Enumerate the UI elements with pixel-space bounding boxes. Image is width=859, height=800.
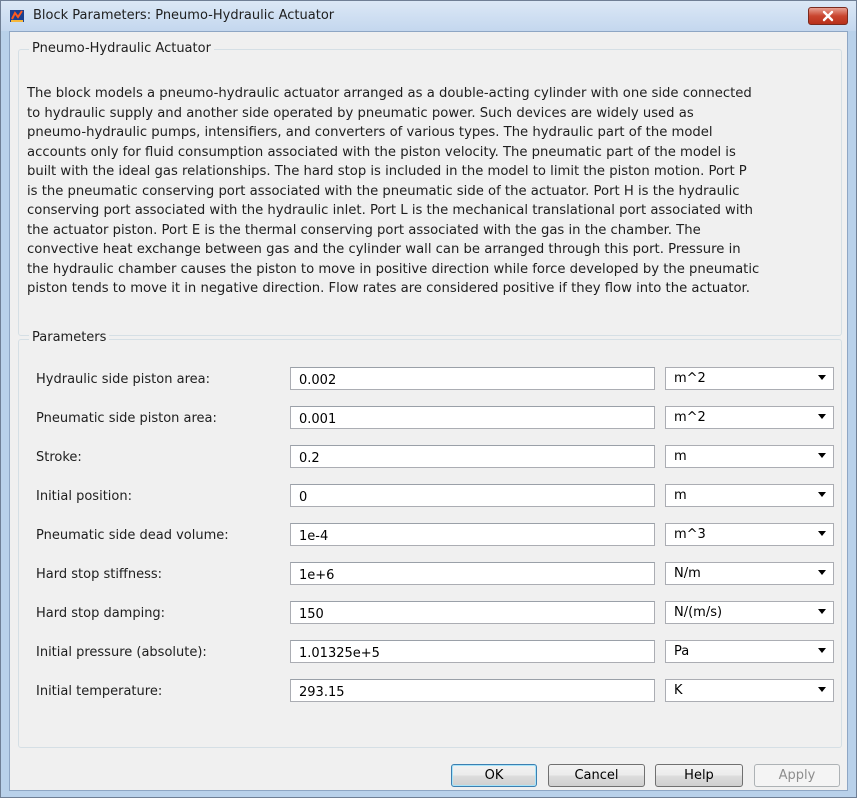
apply-button[interactable]: Apply — [754, 764, 840, 787]
help-button[interactable]: Help — [655, 764, 743, 787]
description-line: The block models a pneumo-hydraulic actu… — [27, 86, 752, 101]
unit-value: m — [674, 449, 687, 464]
dialog-client-area: Pneumo-Hydraulic Actuator The block mode… — [9, 31, 848, 791]
dialog-window: Block Parameters: Pneumo-Hydraulic Actua… — [0, 0, 857, 798]
description-line: the hydraulic chamber causes the piston … — [27, 261, 760, 277]
close-x-icon — [822, 10, 834, 22]
initial-pressure-unit-dropdown[interactable]: Pa — [665, 640, 834, 663]
chevron-down-icon — [818, 648, 826, 653]
stroke-unit-dropdown[interactable]: m — [665, 445, 834, 468]
unit-value: m^2 — [674, 410, 706, 425]
initial-temperature-input[interactable] — [290, 679, 655, 702]
param-label: Hard stop damping: — [36, 606, 166, 621]
unit-value: K — [674, 683, 683, 698]
param-label: Pneumatic side piston area: — [36, 411, 217, 426]
chevron-down-icon — [818, 687, 826, 692]
initial-pressure-input[interactable] — [290, 640, 655, 663]
unit-value: N/(m/s) — [674, 605, 723, 620]
unit-value: m^2 — [674, 371, 706, 386]
hydraulic-piston-area-unit-dropdown[interactable]: m^2 — [665, 367, 834, 390]
unit-value: N/m — [674, 566, 701, 581]
param-label: Hydraulic side piston area: — [36, 372, 210, 387]
ok-button[interactable]: OK — [451, 764, 537, 787]
description-group-title: Pneumo-Hydraulic Actuator — [29, 41, 214, 56]
chevron-down-icon — [818, 375, 826, 380]
description-line: built with the ideal gas relationships. … — [27, 164, 747, 179]
unit-value: Pa — [674, 644, 690, 659]
hard-stop-stiffness-input[interactable] — [290, 562, 655, 585]
param-label: Hard stop stiffness: — [36, 567, 163, 582]
description-line: is the pneumatic conserving port associa… — [27, 183, 740, 199]
hard-stop-damping-unit-dropdown[interactable]: N/(m/s) — [665, 601, 834, 624]
description-line: conserving port associated with the hydr… — [27, 203, 754, 218]
dead-volume-input[interactable] — [290, 523, 655, 546]
description-line: pneumo-hydraulic pumps, intensifiers, an… — [27, 125, 713, 140]
simulink-block-icon — [10, 10, 24, 22]
initial-position-input[interactable] — [290, 484, 655, 507]
parameters-group-title: Parameters — [29, 330, 110, 345]
close-button[interactable] — [808, 7, 848, 25]
title-bar[interactable]: Block Parameters: Pneumo-Hydraulic Actua… — [1, 1, 856, 31]
param-label: Pneumatic side dead volume: — [36, 528, 229, 543]
chevron-down-icon — [818, 414, 826, 419]
param-label: Initial pressure (absolute): — [36, 645, 207, 660]
chevron-down-icon — [818, 570, 826, 575]
initial-position-unit-dropdown[interactable]: m — [665, 484, 834, 507]
description-line: convective heat exchange between gas and… — [27, 242, 741, 257]
chevron-down-icon — [818, 453, 826, 458]
dead-volume-unit-dropdown[interactable]: m^3 — [665, 523, 834, 546]
chevron-down-icon — [818, 531, 826, 536]
hard-stop-stiffness-unit-dropdown[interactable]: N/m — [665, 562, 834, 585]
chevron-down-icon — [818, 609, 826, 614]
cancel-button[interactable]: Cancel — [548, 764, 645, 787]
description-line: the actuator piston. Port E is the therm… — [27, 222, 701, 238]
hard-stop-damping-input[interactable] — [290, 601, 655, 624]
description-line: to hydraulic supply and another side ope… — [27, 105, 694, 121]
description-line: piston tends to move it in negative dire… — [27, 281, 750, 296]
initial-temperature-unit-dropdown[interactable]: K — [665, 679, 834, 702]
window-title: Block Parameters: Pneumo-Hydraulic Actua… — [33, 8, 335, 23]
unit-value: m^3 — [674, 527, 706, 542]
unit-value: m — [674, 488, 687, 503]
param-label: Stroke: — [36, 450, 82, 465]
pneumatic-piston-area-unit-dropdown[interactable]: m^2 — [665, 406, 834, 429]
pneumatic-piston-area-input[interactable] — [290, 406, 655, 429]
chevron-down-icon — [818, 492, 826, 497]
stroke-input[interactable] — [290, 445, 655, 468]
block-description: The block models a pneumo-hydraulic actu… — [27, 84, 833, 299]
description-line: accounts only for fluid consumption asso… — [27, 144, 736, 160]
param-label: Initial position: — [36, 489, 132, 504]
param-label: Initial temperature: — [36, 684, 163, 699]
hydraulic-piston-area-input[interactable] — [290, 367, 655, 390]
